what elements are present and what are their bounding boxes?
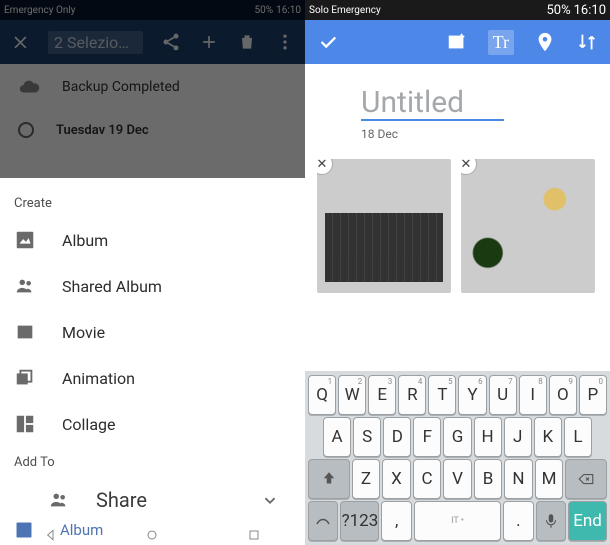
key-E[interactable]: E3 — [368, 375, 396, 415]
option-label: Movie — [62, 323, 105, 342]
option-label: Collage — [62, 415, 116, 434]
swype-key[interactable] — [308, 501, 338, 541]
symbols-key[interactable]: ?123 — [340, 501, 379, 541]
dimmer — [0, 0, 305, 178]
thumbnails: ✕ ✕ — [305, 143, 610, 299]
add-image-icon[interactable] — [446, 31, 468, 53]
editor-toolbar: Tr — [305, 20, 610, 64]
status-bar: Solo Emergency 50% 16:10 — [305, 0, 610, 20]
key-N[interactable]: N — [504, 459, 533, 499]
option-album[interactable]: Album — [0, 217, 305, 263]
nav-bar — [0, 523, 305, 545]
key-B[interactable]: B — [474, 459, 503, 499]
key-I[interactable]: I8 — [519, 375, 547, 415]
key-G[interactable]: G — [443, 417, 471, 457]
create-header: Create — [0, 188, 305, 217]
mic-key[interactable] — [536, 501, 566, 541]
nav-home-icon[interactable] — [144, 527, 160, 543]
album-icon — [14, 229, 36, 251]
nav-back-icon[interactable] — [43, 527, 59, 543]
people-icon — [48, 489, 70, 511]
key-H[interactable]: H — [474, 417, 502, 457]
left-screen: Emergency Only 50% 16:10 2 Selezio… Back… — [0, 0, 305, 545]
key-X[interactable]: X — [382, 459, 411, 499]
clock: 16:10 — [574, 3, 606, 18]
key-T[interactable]: T5 — [428, 375, 456, 415]
remove-thumb-icon[interactable]: ✕ — [317, 159, 333, 175]
album-date: 18 Dec — [361, 127, 598, 141]
carrier: Solo Emergency — [309, 5, 381, 16]
title-input[interactable]: Untitled — [361, 86, 504, 121]
option-collage[interactable]: Collage — [0, 401, 305, 447]
nav-recent-icon[interactable] — [246, 527, 262, 543]
confirm-icon[interactable] — [317, 31, 339, 53]
key-F[interactable]: F — [413, 417, 441, 457]
option-shared-album[interactable]: Shared Album — [0, 263, 305, 309]
thumbnail-1[interactable]: ✕ — [317, 159, 451, 293]
key-M[interactable]: M — [535, 459, 564, 499]
key-Z[interactable]: Z — [352, 459, 381, 499]
text-format-icon[interactable]: Tr — [488, 30, 514, 55]
key-C[interactable]: C — [413, 459, 442, 499]
key-D[interactable]: D — [383, 417, 411, 457]
key-O[interactable]: O9 — [549, 375, 577, 415]
shift-key[interactable] — [308, 459, 350, 499]
key-P[interactable]: P0 — [579, 375, 607, 415]
option-label: Shared Album — [62, 277, 162, 296]
key-J[interactable]: J — [504, 417, 532, 457]
title-area: Untitled 18 Dec — [305, 64, 610, 143]
key-S[interactable]: S — [353, 417, 381, 457]
people-icon — [14, 275, 36, 297]
key-W[interactable]: W2 — [338, 375, 366, 415]
sort-icon[interactable] — [576, 31, 598, 53]
animation-icon — [14, 367, 36, 389]
thumbnail-2[interactable]: ✕ — [461, 159, 595, 293]
bottom-sheet: Create Album Shared Album Movie Animatio… — [0, 178, 305, 545]
key-Q[interactable]: Q1 — [308, 375, 336, 415]
location-icon[interactable] — [534, 31, 556, 53]
key-Y[interactable]: Y6 — [458, 375, 486, 415]
key-A[interactable]: A — [323, 417, 351, 457]
option-movie[interactable]: Movie — [0, 309, 305, 355]
battery: 50% — [546, 3, 570, 18]
option-animation[interactable]: Animation — [0, 355, 305, 401]
comma-key[interactable]: , — [381, 501, 411, 541]
share-label: Share — [96, 488, 147, 512]
key-K[interactable]: K — [534, 417, 562, 457]
collage-icon — [14, 413, 36, 435]
key-L[interactable]: L — [564, 417, 592, 457]
movie-icon — [14, 321, 36, 343]
key-R[interactable]: R4 — [398, 375, 426, 415]
addto-header: Add To — [0, 447, 305, 476]
option-label: Animation — [62, 369, 135, 388]
space-key[interactable]: IT • — [414, 501, 501, 541]
keyboard: Q1W2E3R4T5Y6U7I8O9P0 ASDFGHJKL ZXCVBNM ?… — [305, 371, 610, 545]
chevron-down-icon — [259, 489, 281, 511]
remove-thumb-icon[interactable]: ✕ — [461, 159, 477, 175]
enter-key[interactable]: End — [568, 501, 607, 541]
backspace-key[interactable] — [565, 459, 607, 499]
key-U[interactable]: U7 — [489, 375, 517, 415]
right-screen: Solo Emergency 50% 16:10 Tr Untitled 18 … — [305, 0, 610, 545]
option-label: Album — [62, 231, 108, 250]
dot-key[interactable]: . — [503, 501, 533, 541]
key-V[interactable]: V — [443, 459, 472, 499]
